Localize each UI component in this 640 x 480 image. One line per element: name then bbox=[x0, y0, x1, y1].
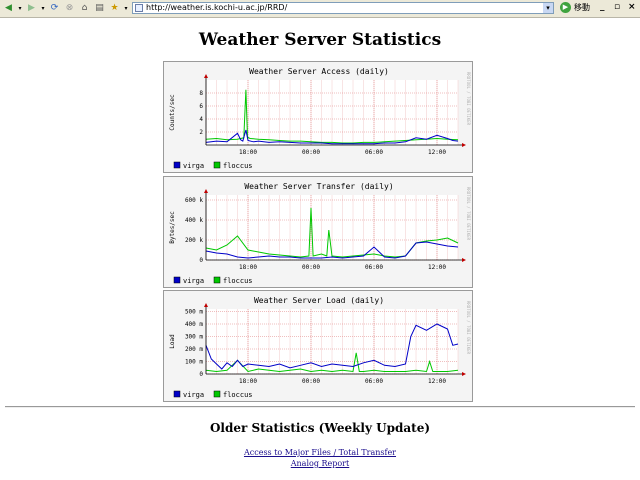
x-tick-label: 18:00 bbox=[239, 378, 257, 385]
legend-swatch-floccus bbox=[213, 276, 221, 284]
load-graph-svg: 18:00 00:00 06:00 12:00 0 100 m 200 m 300 m 400 … bbox=[169, 296, 471, 399]
y-axis-arrow-icon bbox=[204, 303, 208, 307]
minimize-icon[interactable]: _ bbox=[600, 2, 605, 12]
legend-label-floccus: floccus bbox=[223, 162, 253, 170]
page-title: Weather Server Statistics bbox=[198, 30, 442, 50]
x-tick-label: 00:00 bbox=[302, 378, 320, 385]
transfer-graph: 18:00 00:00 06:00 12:00 0 200 k 400 k 600 k Weat… bbox=[163, 176, 473, 288]
older-stats-heading: Older Statistics (Weekly Update) bbox=[209, 421, 431, 435]
y-tick-label: 200 k bbox=[185, 237, 203, 244]
browser-toolbar: ◀ ▾ ▶ ▾ ⟳ ⊗ ⌂ ▤ ★ ▾ http://weather.is.ko… bbox=[0, 0, 640, 18]
y-tick-label: 100 m bbox=[185, 359, 203, 366]
address-url: http://weather.is.kochi-u.ac.jp/RRD/ bbox=[146, 3, 288, 12]
x-axis-arrow-icon bbox=[462, 258, 466, 262]
back-icon[interactable]: ◀ bbox=[2, 2, 15, 15]
stop-icon[interactable]: ⊗ bbox=[63, 2, 76, 15]
major-files-link[interactable]: Access to Major Files / Total Transfer bbox=[0, 447, 640, 458]
forward-dropdown-icon[interactable]: ▾ bbox=[40, 2, 46, 15]
y-axis-label: Counts/sec bbox=[169, 94, 176, 131]
refresh-icon[interactable]: ⟳ bbox=[48, 2, 61, 15]
access-graph-svg: 18:00 00:00 06:00 12:00 2 4 6 8 Weather Server A… bbox=[169, 67, 471, 170]
legend-label-virga: virga bbox=[183, 391, 204, 399]
y-tick-label: 500 m bbox=[185, 309, 203, 316]
y-tick-label: 6 bbox=[199, 103, 203, 110]
x-tick-label: 06:00 bbox=[365, 149, 383, 156]
go-label: 移動 bbox=[574, 3, 590, 12]
home-icon[interactable]: ⌂ bbox=[78, 2, 91, 15]
back-dropdown-icon[interactable]: ▾ bbox=[17, 2, 23, 15]
y-tick-label: 400 m bbox=[185, 321, 203, 328]
close-icon[interactable]: × bbox=[628, 2, 636, 12]
legend-label-virga: virga bbox=[183, 277, 204, 285]
rrdtool-watermark: RRDTOOL / TOBI OETIKER bbox=[466, 187, 471, 241]
x-tick-label: 12:00 bbox=[428, 264, 446, 271]
x-tick-label: 00:00 bbox=[302, 264, 320, 271]
y-axis-arrow-icon bbox=[204, 74, 208, 78]
access-graph: 18:00 00:00 06:00 12:00 2 4 6 8 Weather Server A… bbox=[163, 61, 473, 173]
legend-swatch-floccus bbox=[213, 161, 221, 169]
address-dropdown-icon[interactable]: ▾ bbox=[543, 3, 553, 13]
x-tick-label: 18:00 bbox=[239, 264, 257, 271]
divider bbox=[5, 406, 635, 408]
x-tick-label: 06:00 bbox=[365, 264, 383, 271]
bookmark-icon[interactable]: ★ bbox=[108, 2, 121, 15]
x-tick-label: 00:00 bbox=[302, 149, 320, 156]
x-tick-label: 12:00 bbox=[428, 378, 446, 385]
legend-swatch-floccus bbox=[213, 390, 221, 398]
chart-title: Weather Server Transfer (daily) bbox=[244, 182, 393, 191]
links-list: Access to Major Files / Total Transfer A… bbox=[0, 447, 640, 469]
y-tick-label: 8 bbox=[199, 90, 203, 97]
legend-label-virga: virga bbox=[183, 162, 204, 170]
legend-label-floccus: floccus bbox=[223, 391, 253, 399]
chart-title: Weather Server Load (daily) bbox=[254, 296, 384, 305]
page-icon bbox=[135, 4, 143, 12]
y-tick-label: 4 bbox=[199, 116, 203, 123]
address-bar[interactable]: http://weather.is.kochi-u.ac.jp/RRD/ ▾ bbox=[132, 2, 554, 14]
x-axis-arrow-icon bbox=[462, 143, 466, 147]
y-tick-label: 0 bbox=[199, 371, 203, 378]
go-arrow-icon: ▶ bbox=[560, 2, 571, 13]
legend-swatch-virga bbox=[173, 161, 181, 169]
y-tick-label: 200 m bbox=[185, 346, 203, 353]
legend-swatch-virga bbox=[173, 276, 181, 284]
y-tick-label: 400 k bbox=[185, 217, 203, 224]
y-axis-label: Bytes/sec bbox=[169, 211, 176, 244]
y-axis-label: Load bbox=[169, 334, 176, 349]
x-axis-arrow-icon bbox=[462, 372, 466, 376]
transfer-graph-svg: 18:00 00:00 06:00 12:00 0 200 k 400 k 600 k Weat… bbox=[169, 182, 471, 285]
rrdtool-watermark: RRDTOOL / TOBI OETIKER bbox=[466, 72, 471, 126]
y-tick-label: 300 m bbox=[185, 334, 203, 341]
legend-label-floccus: floccus bbox=[223, 277, 253, 285]
y-tick-label: 600 k bbox=[185, 197, 203, 204]
menu-dropdown-icon[interactable]: ▾ bbox=[123, 2, 129, 15]
legend-swatch-virga bbox=[173, 390, 181, 398]
forward-icon[interactable]: ▶ bbox=[25, 2, 38, 15]
chart-title: Weather Server Access (daily) bbox=[249, 67, 389, 76]
rrdtool-watermark: RRDTOOL / TOBI OETIKER bbox=[466, 301, 471, 355]
x-tick-label: 12:00 bbox=[428, 149, 446, 156]
restore-icon[interactable]: ▫ bbox=[614, 2, 620, 12]
y-axis-arrow-icon bbox=[204, 189, 208, 193]
x-tick-label: 18:00 bbox=[239, 149, 257, 156]
y-tick-label: 0 bbox=[199, 257, 203, 264]
history-icon[interactable]: ▤ bbox=[93, 2, 106, 15]
analog-report-link[interactable]: Analog Report bbox=[0, 458, 640, 469]
x-tick-label: 06:00 bbox=[365, 378, 383, 385]
y-tick-label: 2 bbox=[199, 129, 203, 136]
load-graph: 18:00 00:00 06:00 12:00 0 100 m 200 m 300 m 400 … bbox=[163, 290, 473, 402]
go-button[interactable]: ▶ 移動 bbox=[560, 2, 590, 13]
